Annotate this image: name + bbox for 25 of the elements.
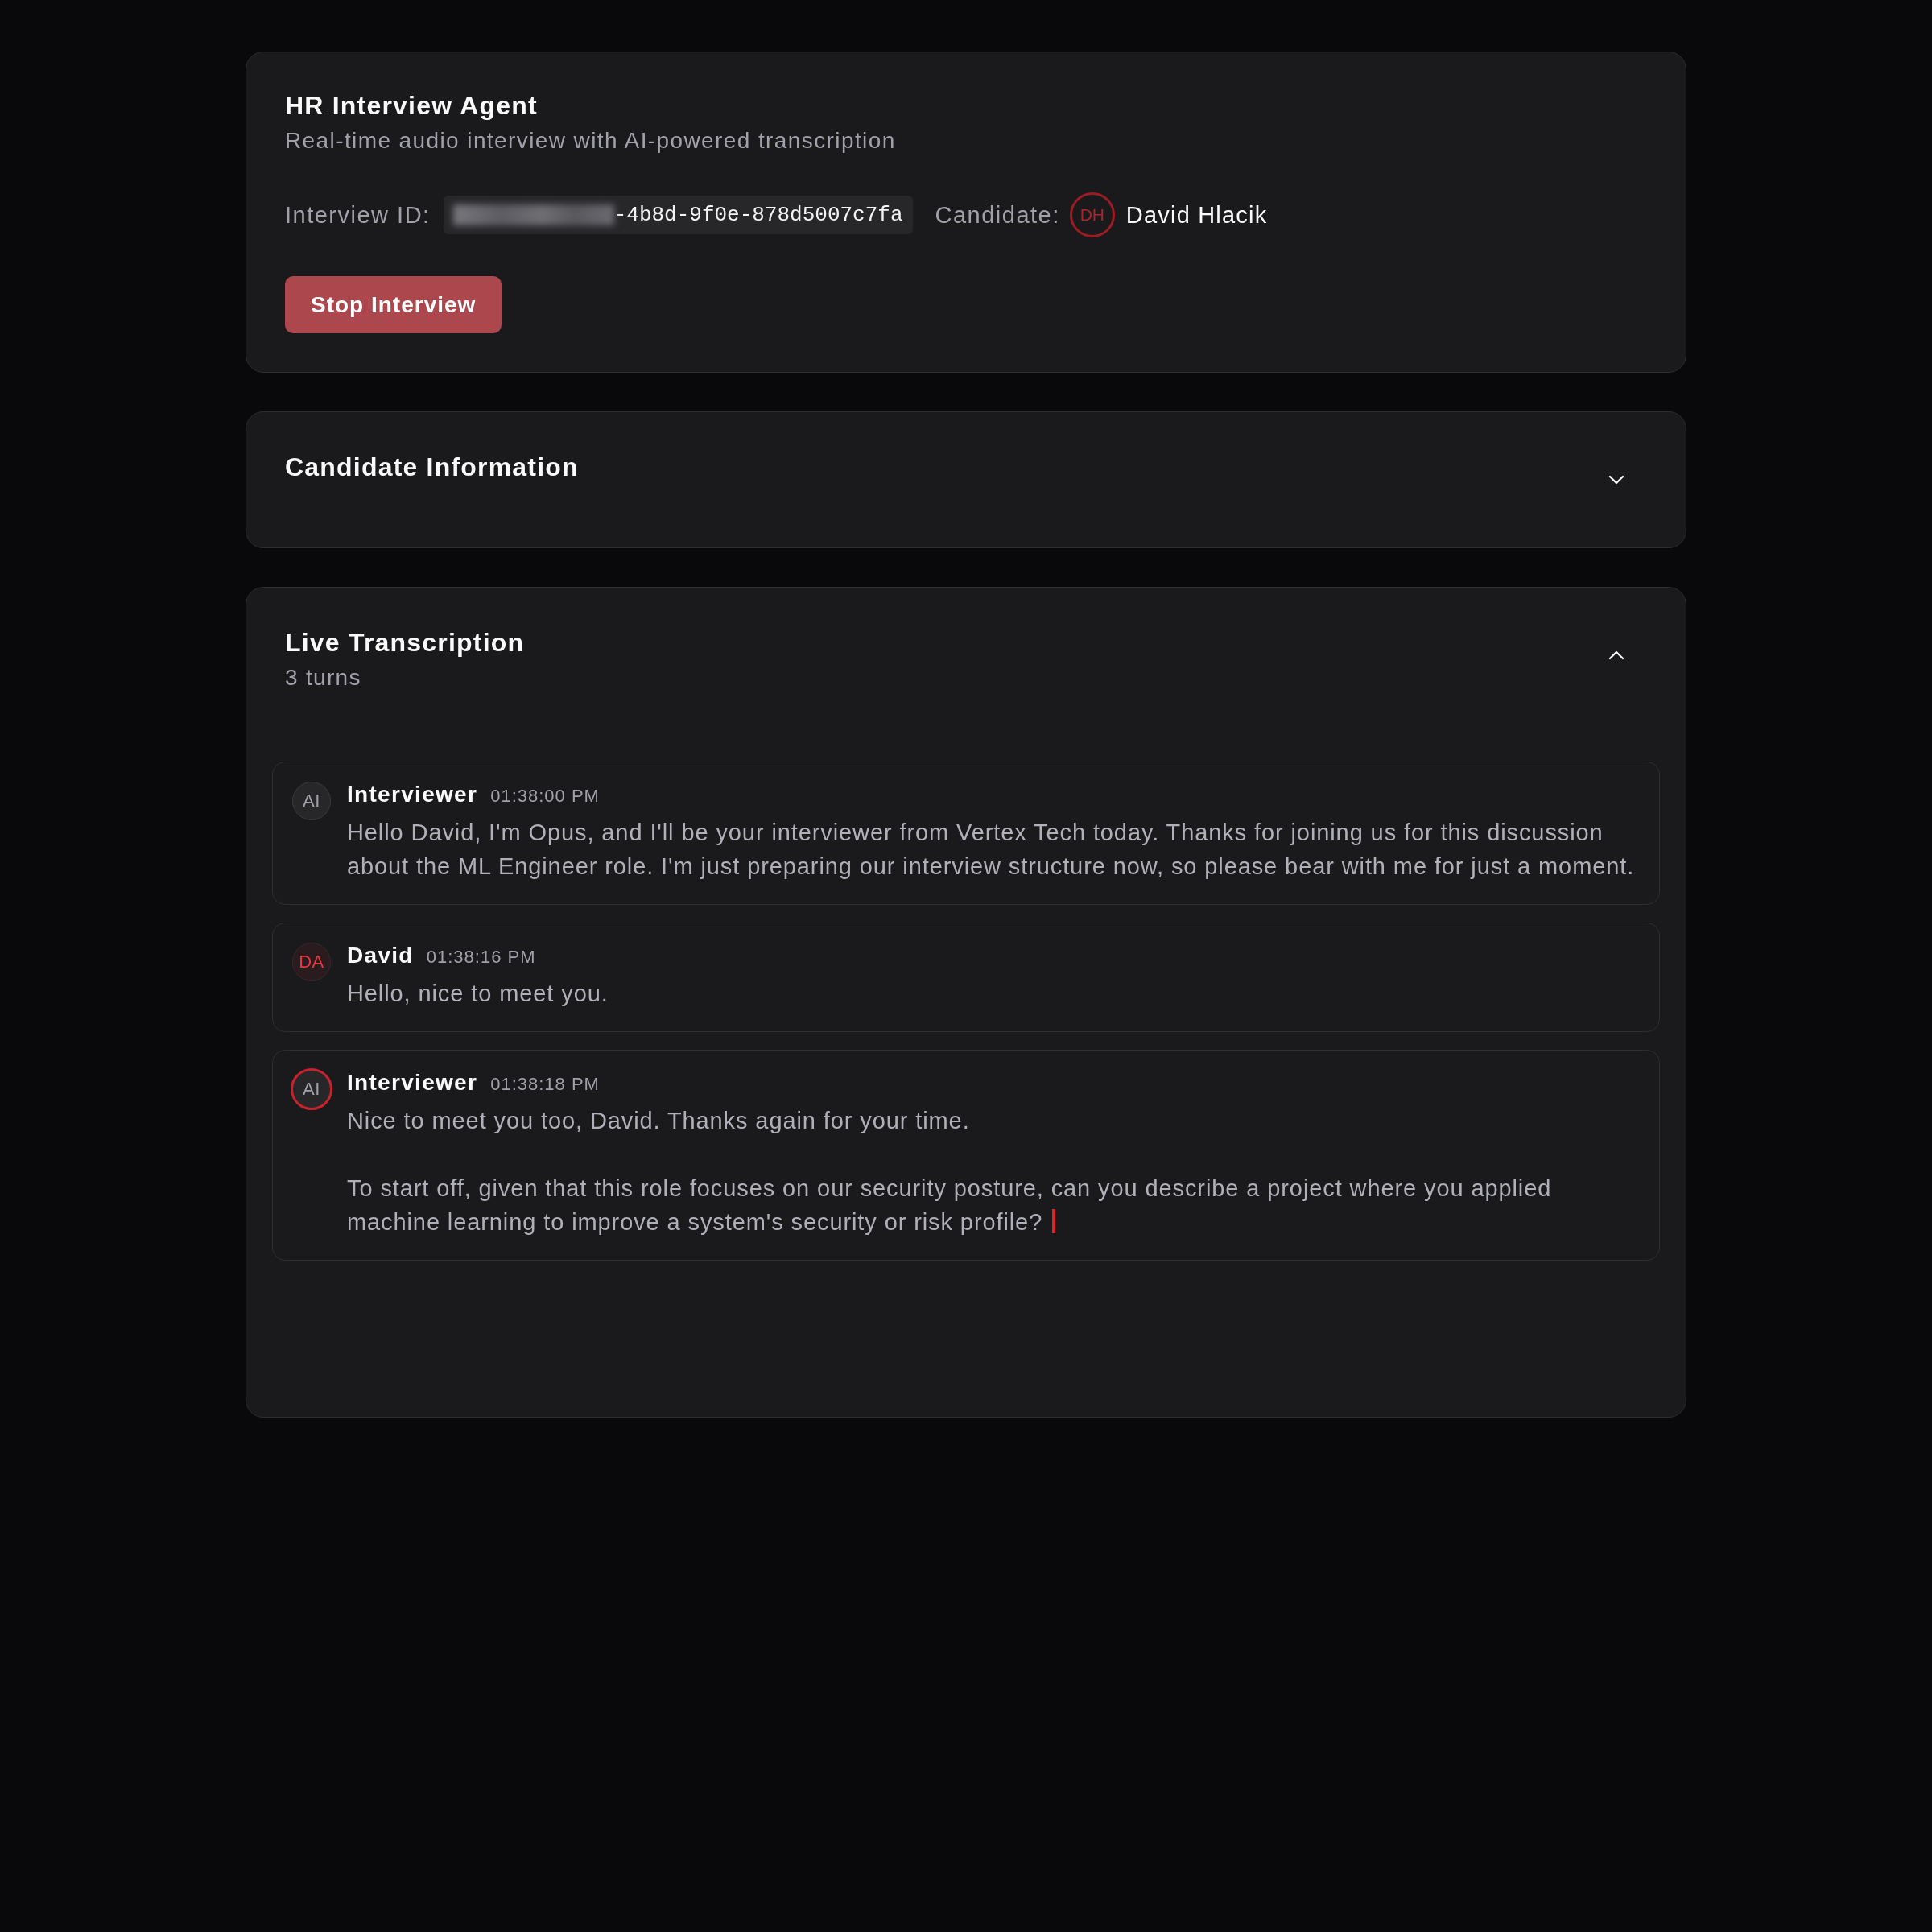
speaker-name: Interviewer xyxy=(347,781,478,808)
timestamp: 01:38:00 PM xyxy=(490,786,600,807)
section-title: Candidate Information xyxy=(285,452,579,483)
timestamp: 01:38:18 PM xyxy=(490,1074,600,1095)
chevron-down-icon[interactable] xyxy=(1609,476,1624,484)
speaker-name: David xyxy=(347,942,414,969)
speaker-initials-avatar: AI xyxy=(291,1068,332,1110)
message-text: Hello, nice to meet you. xyxy=(347,980,609,1006)
section-title: Live Transcription xyxy=(285,627,525,658)
speaker-initials-avatar: AI xyxy=(292,782,331,820)
stop-interview-button[interactable]: Stop Interview xyxy=(285,276,502,333)
app-subtitle: Real-time audio interview with AI-powered transcription xyxy=(285,127,897,155)
speaker-name: Interviewer xyxy=(347,1069,478,1096)
speaker-initials-avatar: DA xyxy=(292,943,331,981)
app-title: HR Interview Agent xyxy=(285,90,539,122)
message-text: Hello David, I'm Opus, and I'll be your interviewer from Vertex Tech today. Thanks for joining us for this discussion about the ML Engineer role. I'm just preparing our interview structure now, so please bear with me for just a moment. xyxy=(347,819,1635,879)
interview-id-label: Interview ID: xyxy=(285,201,431,229)
interview-id-value: -4b8d-9f0e-878d5007c7fa xyxy=(613,203,903,227)
candidate-label: Candidate: xyxy=(935,201,1060,229)
message-text: Nice to meet you too, David. Thanks again for your time. To start off, given that this role focuses on our security posture, can you describe a project where you applied machine learning to improve a system's security or risk profile? xyxy=(347,1108,1552,1235)
candidate-initials-avatar: DH xyxy=(1069,192,1115,237)
chevron-up-icon[interactable] xyxy=(1609,651,1624,659)
candidate-name: David Hlacik xyxy=(1125,201,1268,229)
turn-count: 3 turns xyxy=(285,664,362,691)
timestamp: 01:38:16 PM xyxy=(426,947,536,968)
